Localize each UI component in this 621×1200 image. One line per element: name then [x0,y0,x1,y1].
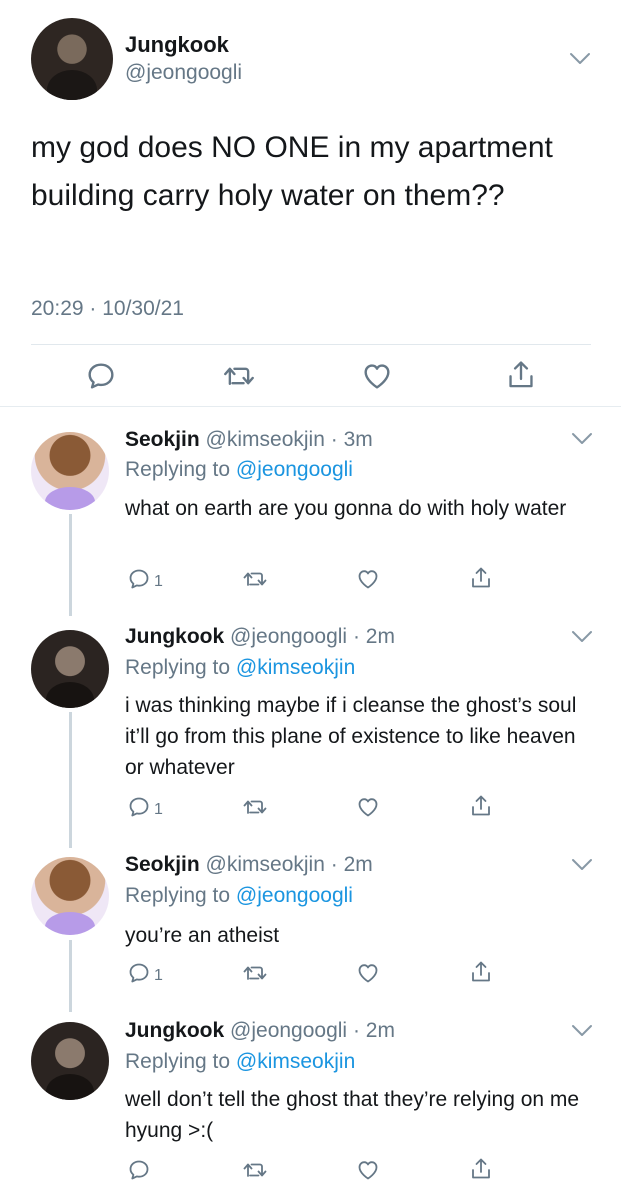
share-icon[interactable] [469,959,493,985]
reply-icon [127,1158,151,1187]
replying-label: Replying to [125,656,231,679]
replying-label: Replying to [125,458,231,481]
reply-tweet[interactable]: Seokjin @kimseokjin · 2m Replying to @je… [0,850,621,1010]
share-icon[interactable] [469,793,493,819]
author-name[interactable]: Seokjin [125,428,200,451]
replying-to-line: Replying to @jeongoogli [125,457,353,483]
reply-header: Jungkook @jeongoogli · 2m [125,624,395,650]
like-icon[interactable] [356,795,380,819]
avatar[interactable] [31,630,109,708]
share-icon[interactable] [469,1156,493,1182]
avatar[interactable] [31,1022,109,1100]
avatar[interactable] [31,857,109,935]
replying-label: Replying to [125,1050,231,1073]
reply-tweet[interactable]: Jungkook @jeongoogli · 2m Replying to @k… [0,1016,621,1200]
reply-count: 1 [154,966,163,984]
reply-header: Seokjin @kimseokjin · 3m [125,427,373,453]
main-tweet: Jungkook @jeongoogli my god does NO ONE … [0,0,621,406]
reply-tweet[interactable]: Seokjin @kimseokjin · 3m Replying to @je… [0,420,621,610]
reply-button[interactable]: 1 [127,567,163,596]
replying-to-link[interactable]: @kimseokjin [236,1050,355,1073]
author-handle[interactable]: @kimseokjin [206,853,325,876]
replying-label: Replying to [125,884,231,907]
retweet-icon[interactable] [222,360,256,392]
share-icon[interactable] [505,358,537,392]
reply-header: Jungkook @jeongoogli · 2m [125,1018,395,1044]
reply-count: 1 [154,572,163,590]
reply-button[interactable]: 1 [127,961,163,990]
reply-header: Seokjin @kimseokjin · 2m [125,852,373,878]
chevron-down-icon[interactable] [571,630,593,644]
replying-to-line: Replying to @kimseokjin [125,655,355,681]
author-handle[interactable]: @kimseokjin [206,428,325,451]
like-icon[interactable] [356,961,380,985]
retweet-icon[interactable] [242,1158,268,1182]
replying-to-link[interactable]: @kimseokjin [236,656,355,679]
author-name[interactable]: Jungkook [125,625,224,648]
reply-text: what on earth are you gonna do with holy… [125,497,567,520]
chevron-down-icon[interactable] [571,858,593,872]
reply-icon[interactable] [85,360,117,392]
reply-tweet[interactable]: Jungkook @jeongoogli · 2m Replying to @k… [0,622,621,842]
reply-time: · 3m [330,428,373,451]
reply-button[interactable] [127,1158,154,1187]
tweet-actions [0,358,621,394]
replying-to-line: Replying to @jeongoogli [125,883,353,909]
author-name[interactable]: Seokjin [125,853,200,876]
author-handle[interactable]: @jeongoogli [230,625,347,648]
reply-icon [127,567,151,596]
reply-text: you’re an atheist [125,924,280,947]
chevron-down-icon[interactable] [571,1024,593,1038]
replying-to-link[interactable]: @jeongoogli [236,884,353,907]
like-icon[interactable] [361,360,393,392]
divider [0,406,621,407]
reply-count: 1 [154,800,163,818]
author-handle[interactable]: @jeongoogli [125,60,242,86]
chevron-down-icon[interactable] [571,432,593,446]
reply-button[interactable]: 1 [127,795,163,824]
avatar[interactable] [31,18,113,100]
chevron-down-icon[interactable] [569,52,591,66]
divider [31,344,591,345]
author-name[interactable]: Jungkook [125,32,229,58]
reply-time: · 2m [352,1019,395,1042]
reply-icon [127,961,151,990]
replying-to-link[interactable]: @jeongoogli [236,458,353,481]
reply-text: well don’t tell the ghost that they’re r… [125,1088,580,1142]
author-name[interactable]: Jungkook [125,1019,224,1042]
retweet-icon[interactable] [242,567,268,591]
like-icon[interactable] [356,1158,380,1182]
author-handle[interactable]: @jeongoogli [230,1019,347,1042]
reply-icon [127,795,151,824]
reply-text: i was thinking maybe if i cleanse the gh… [125,694,577,779]
share-icon[interactable] [469,565,493,591]
tweet-text: my god does NO ONE in my apartment build… [31,131,553,212]
avatar[interactable] [31,432,109,510]
reply-time: · 2m [330,853,373,876]
retweet-icon[interactable] [242,795,268,819]
reply-time: · 2m [352,625,395,648]
like-icon[interactable] [356,567,380,591]
retweet-icon[interactable] [242,961,268,985]
replying-to-line: Replying to @kimseokjin [125,1049,355,1075]
tweet-timestamp[interactable]: 20:29 · 10/30/21 [31,296,184,322]
